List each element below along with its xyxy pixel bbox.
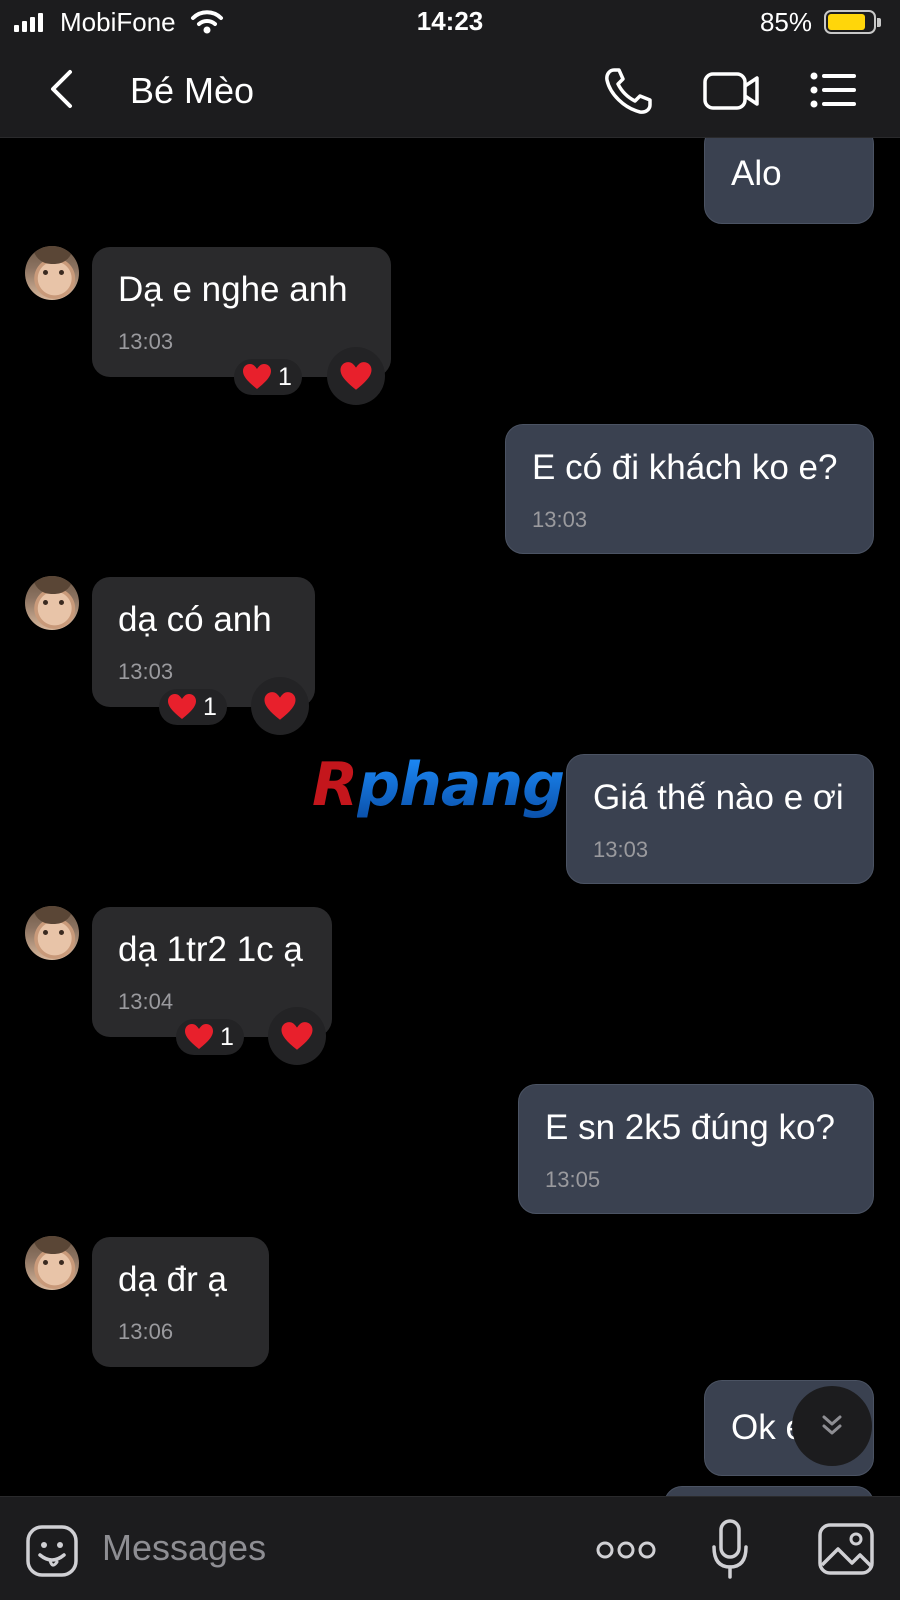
contact-avatar[interactable] <box>25 906 79 960</box>
reaction-count: 1 <box>203 692 217 721</box>
reaction-summary[interactable]: 1 <box>234 359 302 395</box>
back-chevron-icon[interactable] <box>38 64 88 114</box>
reaction-count: 1 <box>220 1022 234 1051</box>
message-time: 13:03 <box>118 329 174 354</box>
message-input[interactable]: Messages <box>102 1527 266 1569</box>
outgoing-message[interactable]: Alo <box>704 138 874 224</box>
watermark-rest: phang <box>357 750 565 820</box>
image-icon[interactable] <box>818 1523 874 1575</box>
double-chevron-down-icon <box>822 1415 842 1435</box>
message-text: Dạ e nghe anh <box>118 270 348 309</box>
contact-avatar[interactable] <box>25 1236 79 1290</box>
reaction-count: 1 <box>278 362 292 391</box>
outgoing-message-partial[interactable] <box>664 1486 874 1496</box>
outgoing-message[interactable]: Giá thế nào e ơi 13:03 <box>566 754 874 884</box>
heart-icon <box>168 694 196 719</box>
message-text: E có đi khách ko e? <box>532 448 838 487</box>
outgoing-message[interactable]: E sn 2k5 đúng ko? 13:05 <box>518 1084 874 1214</box>
microphone-icon[interactable] <box>710 1519 750 1581</box>
contact-name[interactable]: Bé Mèo <box>130 70 254 112</box>
message-time: 13:03 <box>532 507 588 532</box>
battery-icon <box>824 10 881 34</box>
message-time: 13:05 <box>545 1167 601 1192</box>
message-time: 13:04 <box>118 989 174 1014</box>
heart-icon <box>243 364 271 389</box>
message-text: Giá thế nào e ơi <box>593 778 844 817</box>
message-time: 13:03 <box>593 837 649 862</box>
video-call-icon[interactable] <box>702 62 762 118</box>
heart-icon <box>264 691 296 720</box>
add-reaction-button[interactable] <box>268 1007 326 1065</box>
phone-icon[interactable] <box>602 62 662 118</box>
chat-header: Bé Mèo <box>0 44 900 138</box>
scroll-to-bottom-button[interactable] <box>792 1386 872 1466</box>
watermark-logo: Rphang <box>312 750 565 820</box>
heart-icon <box>340 361 372 390</box>
sticker-icon[interactable] <box>26 1525 78 1577</box>
list-menu-icon[interactable] <box>808 62 868 118</box>
heart-icon <box>185 1024 213 1049</box>
battery-percent: 85% <box>759 7 812 37</box>
add-reaction-button[interactable] <box>327 347 385 405</box>
incoming-message[interactable]: dạ đr ạ 13:06 <box>92 1237 269 1367</box>
message-text: dạ có anh <box>118 600 272 639</box>
contact-avatar[interactable] <box>25 246 79 300</box>
outgoing-message[interactable]: E có đi khách ko e? 13:03 <box>505 424 874 554</box>
message-text: dạ đr ạ <box>118 1260 227 1299</box>
watermark-first-letter: R <box>312 750 358 820</box>
message-composer: Messages <box>0 1496 900 1600</box>
message-time: 13:06 <box>118 1319 174 1344</box>
contact-avatar[interactable] <box>25 576 79 630</box>
message-text: dạ 1tr2 1c ạ <box>118 930 303 969</box>
reaction-summary[interactable]: 1 <box>176 1019 244 1055</box>
heart-icon <box>281 1021 313 1050</box>
add-reaction-button[interactable] <box>251 677 309 735</box>
message-text: E sn 2k5 đúng ko? <box>545 1108 835 1147</box>
message-text: Alo <box>731 154 782 193</box>
more-dots-icon[interactable] <box>596 1537 656 1563</box>
reaction-summary[interactable]: 1 <box>159 689 227 725</box>
chat-area[interactable]: Alo Dạ e nghe anh 13:03 1 E có đi khách … <box>0 138 900 1496</box>
status-bar: MobiFone 14:23 85% <box>0 0 900 44</box>
